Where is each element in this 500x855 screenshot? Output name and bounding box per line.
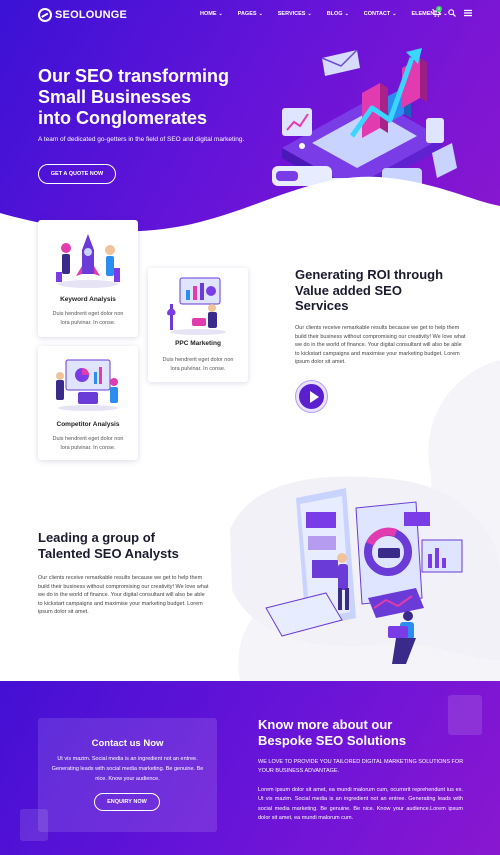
hero-title-line: Our SEO transforming [38, 66, 230, 86]
contact-box: Contact us Now Ut vis mazim. Social medi… [38, 718, 217, 832]
nav-pages-label: PAGES [237, 11, 257, 17]
hero-title: Our SEO transforming Small Businesses in… [38, 66, 268, 129]
card-text: Duis hendrerit eget dolor non lora pulvi… [52, 311, 124, 326]
nav-icons: 0 [432, 6, 472, 19]
nav-services[interactable]: SERVICES ⌄ [278, 11, 312, 17]
nav-home[interactable]: HOME ⌄ [200, 11, 223, 17]
chevron-down-icon: ⌄ [307, 11, 312, 17]
hero-subtitle: A team of dedicated go-getters in the fi… [38, 136, 245, 143]
hero-title-line: into Conglomerates [38, 108, 208, 128]
bespoke-title-line: Bespoke SEO Solutions [258, 732, 407, 748]
contact-title: Contact us Now [91, 738, 164, 749]
chevron-down-icon: ⌄ [344, 11, 349, 17]
menu-icon[interactable] [464, 9, 472, 19]
nav-contact[interactable]: CONTACT ⌄ [364, 11, 397, 17]
service-card-ppc-marketing[interactable]: PPC Marketing Duis hendrerit eget dolor … [148, 268, 248, 382]
competitor-analysis-illustration [56, 359, 118, 411]
contact-text: Ut vis mazim. Social media is an ingredi… [51, 756, 204, 782]
nav-blog-label: BLOG [326, 11, 343, 17]
hero-title-line: Small Businesses [38, 87, 192, 107]
bottom-section: Contact us Now Ut vis mazim. Social medi… [0, 681, 500, 855]
service-card-competitor-analysis[interactable]: Competitor Analysis Duis hendrerit eget … [38, 346, 138, 460]
top-navbar: SEOLOUNGE HOME ⌄ PAGES ⌄ SERVICES ⌄ BLOG ⌄ C… [0, 0, 500, 30]
team-section-text: Our clients receive remarkable results b… [38, 575, 209, 616]
cart-icon[interactable]: 0 [432, 6, 442, 19]
team-title-line: Talented SEO Analysts [38, 545, 179, 561]
card-title: Keyword Analysis [60, 296, 116, 303]
roi-title-line: Value added SEO [295, 282, 402, 298]
nav-pages[interactable]: PAGES ⌄ [238, 11, 263, 17]
service-card-keyword-analysis[interactable]: Keyword Analysis Duis hendrerit eget dol… [38, 220, 138, 337]
nav-blog[interactable]: BLOG ⌄ [327, 11, 349, 17]
roi-title-line: Services [295, 298, 349, 313]
roi-section-title: Generating ROI through Value added SEO S… [295, 267, 485, 314]
chevron-down-icon: ⌄ [258, 11, 263, 17]
logo-mark-icon [38, 8, 52, 22]
main-menu: HOME ⌄ PAGES ⌄ SERVICES ⌄ BLOG ⌄ CONTACT ⌄ EL… [200, 11, 463, 17]
page: SEOLOUNGE HOME ⌄ PAGES ⌄ SERVICES ⌄ BLOG ⌄ C… [0, 0, 500, 855]
bespoke-title-line: Know more about our [258, 717, 393, 732]
cart-count-badge: 0 [436, 6, 442, 12]
bespoke-text: Lorem ipsum dolor sit amet, ea mundi mal… [258, 787, 463, 822]
play-video-button[interactable] [296, 381, 327, 412]
roi-section-text: Our clients receive remarkable results b… [295, 325, 466, 366]
enquiry-now-button[interactable]: ENQUIRY NOW [94, 793, 160, 811]
search-icon[interactable] [448, 9, 456, 19]
bespoke-title: Know more about our Bespoke SEO Solution… [258, 717, 458, 748]
get-quote-button[interactable]: GET A QUOTE NOW [38, 164, 116, 184]
seo-team-illustration [265, 488, 463, 664]
card-title: Competitor Analysis [56, 421, 120, 428]
bespoke-subtitle: WE LOVE TO PROVIDE YOU TAILORED DIGITAL … [258, 759, 464, 774]
nav-contact-label: CONTACT [363, 11, 391, 17]
nav-services-label: SERVICES [277, 11, 306, 17]
team-section-title: Leading a group of Talented SEO Analysts [38, 530, 238, 561]
hero-section: SEOLOUNGE HOME ⌄ PAGES ⌄ SERVICES ⌄ BLOG ⌄ C… [0, 0, 500, 240]
chevron-down-icon: ⌄ [218, 11, 223, 17]
chevron-down-icon: ⌄ [392, 11, 397, 17]
card-text: Duis hendrerit eget dolor non lora pulvi… [162, 357, 234, 372]
keyword-analysis-illustration [56, 234, 120, 288]
logo-text: SEOLOUNGE [55, 9, 128, 21]
card-title: PPC Marketing [175, 340, 221, 347]
card-text: Duis hendrerit eget dolor non lora pulvi… [52, 436, 124, 451]
nav-home-label: HOME [200, 11, 217, 17]
team-title-line: Leading a group of [38, 530, 155, 545]
roi-title-line: Generating ROI through [295, 267, 444, 282]
ppc-marketing-illustration [167, 277, 226, 335]
logo[interactable]: SEOLOUNGE [38, 8, 127, 22]
